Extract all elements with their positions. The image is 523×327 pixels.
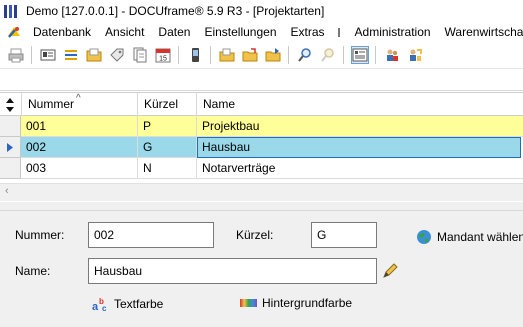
- card-icon[interactable]: [39, 46, 57, 64]
- users-icon[interactable]: [383, 46, 401, 64]
- documents-icon[interactable]: [131, 46, 149, 64]
- table-row[interactable]: 003 N Notarverträge: [0, 158, 523, 179]
- cell-name[interactable]: Notarverträge: [197, 158, 523, 179]
- cell-name-focused[interactable]: Hausbau: [197, 137, 521, 158]
- menu-datenbank[interactable]: Datenbank: [26, 25, 98, 39]
- window-title: Demo [127.0.0.1] - DOCUframe® 5.9 R3 - […: [26, 4, 325, 18]
- text-color-icon: a b c: [92, 297, 107, 312]
- app-logo-icon: [4, 4, 20, 18]
- print-icon[interactable]: [7, 46, 25, 64]
- row-indicator[interactable]: [0, 116, 21, 137]
- textfarbe-button[interactable]: a b c Textfarbe: [92, 296, 163, 312]
- column-header-nummer-label: Nummer: [28, 97, 75, 111]
- row-indicator[interactable]: [0, 137, 21, 158]
- name-label: Name:: [15, 264, 51, 278]
- toolbar-separator: [343, 46, 344, 64]
- cell-nummer[interactable]: 001: [21, 116, 138, 137]
- column-header-nummer[interactable]: Nummer ^: [22, 93, 138, 116]
- scroll-left-icon[interactable]: ‹: [5, 185, 9, 197]
- title-bar: Demo [127.0.0.1] - DOCUframe® 5.9 R3 - […: [0, 0, 523, 22]
- toolbar: 15: [0, 42, 523, 69]
- tags-icon[interactable]: [108, 46, 126, 64]
- mandant-waehlen-label: Mandant wählen: [437, 230, 523, 244]
- menu-extras[interactable]: Extras: [284, 25, 332, 39]
- folder-icon[interactable]: [85, 46, 103, 64]
- svg-text:15: 15: [159, 56, 167, 63]
- current-row-arrow-icon: [7, 143, 13, 152]
- cell-kuerzel[interactable]: N: [138, 158, 197, 179]
- svg-text:a: a: [92, 301, 99, 312]
- cell-name[interactable]: Projektbau: [197, 116, 523, 137]
- user-settings-icon[interactable]: [406, 46, 424, 64]
- select-all-cell[interactable]: [0, 93, 22, 116]
- projektarten-grid: Nummer ^ Kürzel Name 001 P Projektbau 00…: [0, 92, 523, 202]
- menu-ansicht[interactable]: Ansicht: [98, 25, 151, 39]
- cell-kuerzel[interactable]: P: [138, 116, 197, 137]
- cell-nummer[interactable]: 002: [21, 137, 138, 158]
- calendar-icon[interactable]: 15: [154, 46, 172, 64]
- detail-form: Nummer: 002 Kürzel: G Mandant wählen Nam…: [0, 211, 523, 327]
- mandant-waehlen-button[interactable]: Mandant wählen: [416, 229, 523, 245]
- name-field[interactable]: Hausbau: [88, 258, 377, 284]
- textfarbe-label: Textfarbe: [114, 297, 164, 311]
- kuerzel-field[interactable]: G: [311, 222, 377, 248]
- menu-warenwirtschaft[interactable]: Warenwirtscha: [438, 25, 523, 39]
- search-disabled-icon[interactable]: [319, 46, 337, 64]
- edit-pencil-icon[interactable]: [381, 262, 399, 283]
- menu-administration[interactable]: Administration: [348, 25, 438, 39]
- form-view-icon[interactable]: [350, 46, 369, 64]
- menu-daten[interactable]: Daten: [151, 25, 197, 39]
- splitter[interactable]: [0, 202, 523, 211]
- mdi-window-icon[interactable]: [337, 27, 340, 37]
- phone-icon[interactable]: [186, 46, 204, 64]
- toolbar-separator: [210, 46, 211, 64]
- horizontal-scrollbar[interactable]: ‹: [0, 183, 523, 201]
- hintergrundfarbe-label: Hintergrundfarbe: [262, 296, 353, 310]
- search-icon[interactable]: [296, 46, 314, 64]
- background-color-icon: [240, 299, 257, 307]
- globe-icon: [417, 230, 431, 244]
- menu-einstellungen[interactable]: Einstellungen: [197, 25, 283, 39]
- toolbar-separator: [31, 46, 32, 64]
- kuerzel-label: Kürzel:: [236, 228, 274, 242]
- toolbar-separator: [178, 46, 179, 64]
- hintergrundfarbe-button[interactable]: Hintergrundfarbe: [240, 296, 352, 310]
- open-folder-icon[interactable]: [241, 46, 259, 64]
- column-header-kuerzel[interactable]: Kürzel: [138, 93, 197, 116]
- table-row-selected[interactable]: 002 G Hausbau: [0, 137, 523, 158]
- sort-ascending-icon: ^: [76, 93, 81, 104]
- column-header-name[interactable]: Name: [197, 93, 523, 116]
- nummer-field[interactable]: 002: [88, 222, 214, 248]
- new-folder-icon[interactable]: [218, 46, 236, 64]
- menu-bar: Datenbank Ansicht Daten Einstellungen Ex…: [0, 22, 523, 42]
- grid-header: Nummer ^ Kürzel Name: [0, 92, 523, 116]
- cell-kuerzel[interactable]: G: [138, 137, 197, 158]
- cell-nummer[interactable]: 003: [21, 158, 138, 179]
- nummer-label: Nummer:: [15, 228, 65, 242]
- svg-text:c: c: [102, 304, 107, 312]
- table-row[interactable]: 001 P Projektbau: [0, 116, 523, 137]
- export-folder-icon[interactable]: [264, 46, 282, 64]
- toolbar-separator: [375, 46, 376, 64]
- toolbar-separator: [288, 46, 289, 64]
- docuframe-menu-icon[interactable]: [6, 24, 22, 40]
- list-icon[interactable]: [62, 46, 80, 64]
- row-indicator[interactable]: [0, 158, 21, 179]
